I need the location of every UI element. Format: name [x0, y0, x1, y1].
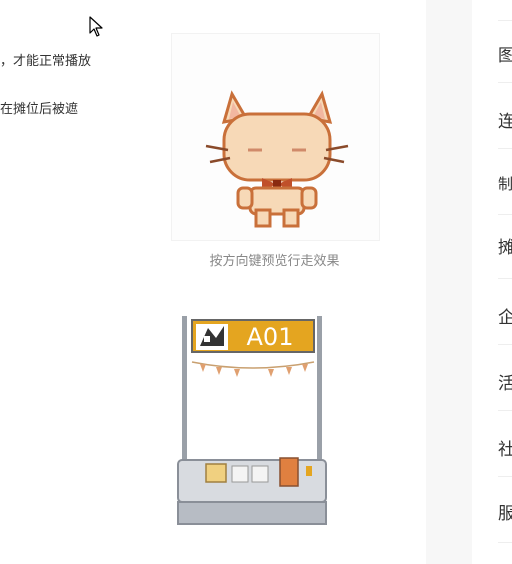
divider [498, 148, 512, 149]
sidebar-item-5[interactable]: 活 [472, 362, 512, 406]
sidebar-item-0[interactable]: 图 [472, 34, 512, 78]
sidebar-item-3[interactable]: 摊 [472, 226, 512, 270]
article-text-line: ，才能正常播放 [0, 54, 92, 69]
divider [498, 344, 512, 345]
divider [498, 278, 512, 279]
sidebar-nav-list: 图 连 制 摊 企 活 社 服 [472, 0, 512, 564]
preview-caption: 按方向键预览行走效果 [209, 254, 340, 269]
divider [498, 542, 512, 543]
article-text-line: 在摊位后被遮 [0, 102, 79, 117]
divider [498, 82, 512, 83]
mouse-cursor-icon [89, 16, 103, 37]
sidebar-item-1[interactable]: 连 [472, 100, 512, 144]
divider [498, 214, 512, 215]
pixel-cat-character-icon [205, 90, 349, 228]
sidebar-item-7[interactable]: 服 [472, 492, 512, 536]
sidebar-item-4[interactable]: 企 [472, 296, 512, 340]
divider [498, 410, 512, 411]
divider [498, 476, 512, 477]
booth-stall-illustration: A01 [177, 316, 327, 525]
divider [498, 20, 512, 21]
main-content: ，才能正常播放 在摊位后被遮 按方向键预览行走效果 A01 [0, 0, 426, 564]
booth-number-label: A01 [247, 323, 294, 351]
sidebar-item-2[interactable]: 制 [472, 162, 512, 206]
sidebar-item-6[interactable]: 社 [472, 428, 512, 472]
